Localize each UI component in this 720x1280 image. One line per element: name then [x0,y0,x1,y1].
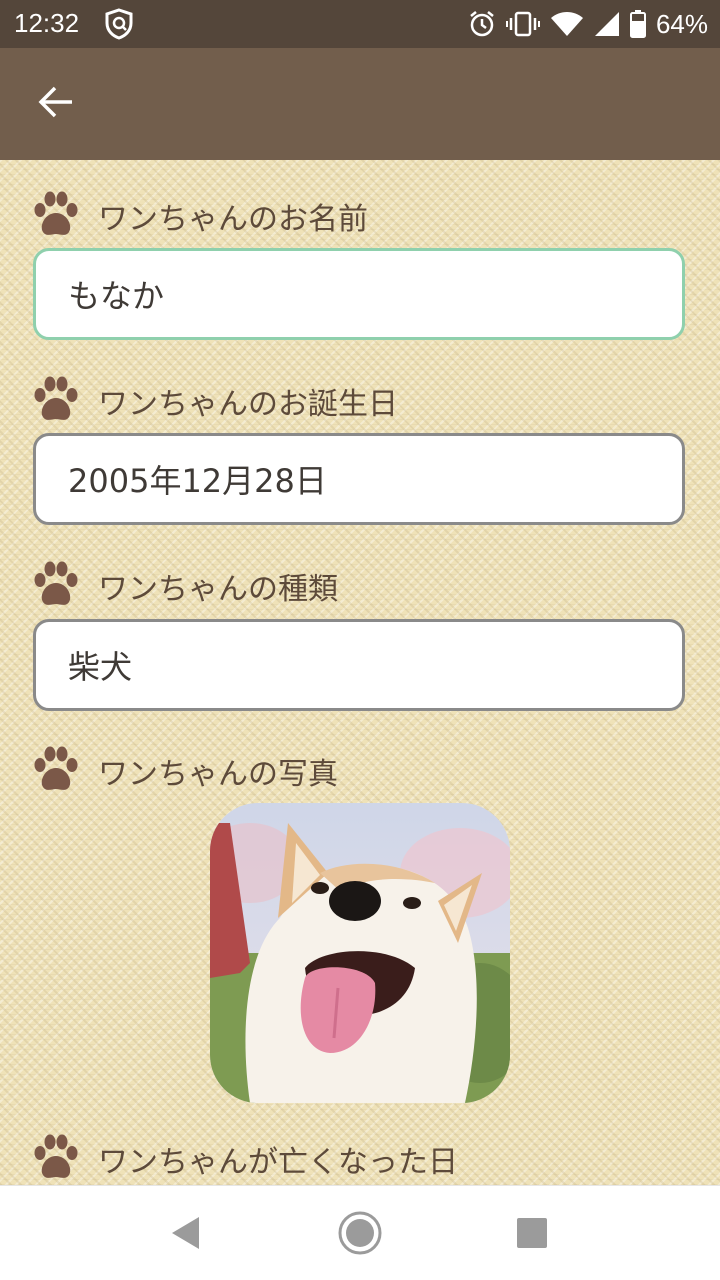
home-circle-icon [338,1211,382,1255]
status-time: 12:32 [14,8,80,38]
paw-icon [34,376,78,420]
photo-label-text: ワンちゃんの写真 [98,757,338,792]
back-button[interactable] [24,72,88,136]
app-toolbar [0,48,720,160]
breed-label: ワンちゃんの種類 [30,558,338,614]
photo-label: ワンちゃんの写真 [30,743,338,799]
name-label: ワンちゃんのお名前 [30,188,368,244]
signal-icon [594,10,620,38]
dog-profile-form[interactable]: ワンちゃんのお名前 もなか ワンちゃんのお誕生日 2005年12月28日 ワンち… [0,160,720,1185]
death-date-label: ワンちゃんが亡くなった日 [30,1131,458,1185]
arrow-left-icon [36,82,76,126]
name-label-text: ワンちゃんのお名前 [98,202,368,237]
death-date-label-text: ワンちゃんが亡くなった日 [98,1145,458,1180]
back-triangle-icon [172,1217,199,1249]
nav-recents-button[interactable] [502,1203,562,1263]
battery-percent: 64% [655,8,708,39]
status-icons: 64% [468,6,708,42]
alarm-icon [468,10,496,38]
navigation-bar [0,1185,720,1280]
status-bar: 12:32 64% [0,0,720,48]
wifi-icon [550,10,584,38]
vibrate-icon [505,10,540,38]
nav-home-button[interactable] [330,1203,390,1263]
vpn-shield-icon [104,8,134,44]
breed-input[interactable]: 柴犬 [33,619,685,711]
birthday-input[interactable]: 2005年12月28日 [33,433,685,525]
birthday-label-text: ワンちゃんのお誕生日 [98,387,398,422]
birthday-label: ワンちゃんのお誕生日 [30,373,398,429]
breed-label-text: ワンちゃんの種類 [98,572,338,607]
paw-icon [34,191,78,235]
dog-photo[interactable] [210,803,510,1103]
recents-square-icon [517,1218,547,1248]
paw-icon [34,561,78,605]
nav-back-button[interactable] [156,1203,216,1263]
name-input[interactable]: もなか [33,248,685,340]
paw-icon [34,746,78,790]
paw-icon [34,1134,78,1178]
battery-icon [629,10,646,38]
